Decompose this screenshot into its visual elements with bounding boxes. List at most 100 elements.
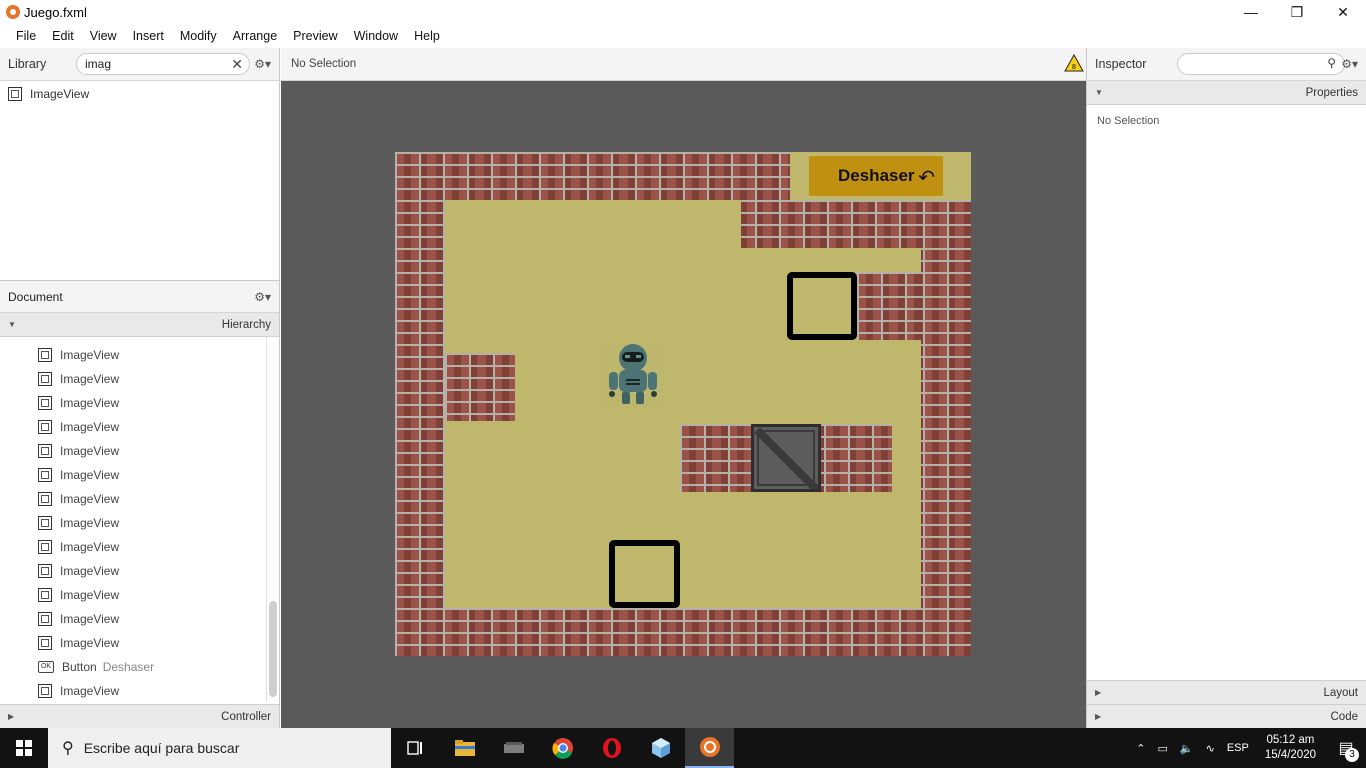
notification-center-icon[interactable]: ▤ 3 <box>1326 728 1366 768</box>
tree-item-type: ImageView <box>60 348 120 362</box>
controller-section[interactable]: ▶ Controller <box>0 704 279 728</box>
controller-label: Controller <box>221 710 271 723</box>
tree-item[interactable]: ImageView <box>0 535 279 559</box>
imageview-icon <box>38 684 52 698</box>
hierarchy-scrollbar[interactable] <box>266 337 277 701</box>
task-view-icon[interactable] <box>391 728 440 768</box>
properties-section[interactable]: ▼ Properties <box>1087 81 1366 105</box>
terminal-icon[interactable] <box>489 728 538 768</box>
tree-item[interactable]: ImageView <box>0 463 279 487</box>
volume-icon[interactable]: 🔈 <box>1174 742 1200 755</box>
menu-file[interactable]: File <box>8 29 44 43</box>
undo-button-label: Deshaser <box>838 166 915 185</box>
library-item-imageview[interactable]: ImageView <box>0 83 279 105</box>
tree-item[interactable]: ImageView <box>0 391 279 415</box>
code-label: Code <box>1330 710 1359 723</box>
taskbar-search-input[interactable]: ⚲ Escribe aquí para buscar <box>48 728 391 768</box>
brick-wall-right-block <box>857 272 921 340</box>
search-icon: ⚲ <box>1327 56 1336 70</box>
goal-target <box>787 272 857 340</box>
layout-section[interactable]: ▶ Layout <box>1087 680 1366 704</box>
undo-arrow-icon: ↶ <box>918 167 935 189</box>
chrome-icon[interactable] <box>538 728 587 768</box>
imageview-icon <box>38 516 52 530</box>
opera-icon[interactable] <box>587 728 636 768</box>
tree-item-type: ImageView <box>60 492 120 506</box>
tree-item[interactable]: ImageView <box>0 367 279 391</box>
tree-item-type: ImageView <box>60 636 120 650</box>
menu-view[interactable]: View <box>82 29 125 43</box>
cube-app-icon[interactable] <box>636 728 685 768</box>
selection-breadcrumb: No Selection <box>291 58 357 70</box>
tree-item[interactable]: ImageView <box>0 679 279 701</box>
menu-edit[interactable]: Edit <box>44 29 82 43</box>
clear-search-icon[interactable]: ✕ <box>231 56 243 73</box>
taskbar-search-placeholder: Escribe aquí para buscar <box>83 740 240 756</box>
menu-help[interactable]: Help <box>406 29 448 43</box>
tree-item[interactable]: ImageView <box>0 607 279 631</box>
tree-item-button[interactable]: OK Button Deshaser <box>0 655 279 679</box>
imageview-icon <box>38 420 52 434</box>
tree-item-type: ImageView <box>60 540 120 554</box>
tree-item-type: ImageView <box>60 588 120 602</box>
document-header: Document ⚙▾ <box>0 280 279 313</box>
tree-item[interactable]: ImageView <box>0 487 279 511</box>
left-panel: Library imag ✕ ⚙▾ ImageView Document ⚙▾ … <box>0 48 280 728</box>
scene-builder-taskbar-icon[interactable] <box>685 728 734 768</box>
tree-item-type: ImageView <box>60 396 120 410</box>
scrollbar-thumb[interactable] <box>269 601 277 697</box>
tree-item-type: Button <box>62 660 97 674</box>
layout-label: Layout <box>1323 686 1358 699</box>
clock-date: 15/4/2020 <box>1264 749 1316 761</box>
expand-triangle-icon: ▶ <box>1095 712 1102 721</box>
imageview-icon <box>8 87 22 101</box>
menu-arrange[interactable]: Arrange <box>225 29 285 43</box>
menu-window[interactable]: Window <box>346 29 406 43</box>
inspector-search-input[interactable]: ⚲ <box>1177 53 1345 75</box>
tree-item[interactable]: ImageView <box>0 559 279 583</box>
tree-item[interactable]: ImageView <box>0 583 279 607</box>
minimize-icon[interactable]: — <box>1228 0 1274 24</box>
imageview-icon <box>38 540 52 554</box>
search-icon: ⚲ <box>62 740 74 757</box>
window-title: Juego.fxml <box>24 4 87 20</box>
wifi-icon[interactable]: ∿ <box>1200 742 1221 755</box>
imageview-icon <box>38 468 52 482</box>
battery-icon[interactable]: ▭ <box>1151 742 1173 755</box>
tree-item[interactable]: ImageView <box>0 439 279 463</box>
hierarchy-tree: ImageView ImageView ImageView ImageView … <box>0 337 279 701</box>
inspector-title: Inspector <box>1095 57 1147 71</box>
menu-modify[interactable]: Modify <box>172 29 225 43</box>
close-icon[interactable]: ✕ <box>1320 0 1366 24</box>
show-hidden-icons-icon[interactable]: ⌃ <box>1130 742 1151 755</box>
library-title: Library <box>8 57 47 71</box>
clock-time: 05:12 am <box>1266 734 1315 746</box>
tree-item-id: Deshaser <box>102 660 155 674</box>
imageview-icon <box>38 636 52 650</box>
restore-icon[interactable]: ❐ <box>1274 0 1320 24</box>
menu-insert[interactable]: Insert <box>125 29 172 43</box>
library-search-input[interactable]: imag ✕ <box>76 53 250 75</box>
warning-icon[interactable]: 8 <box>1064 54 1084 72</box>
game-board[interactable] <box>395 152 971 656</box>
tree-item[interactable]: ImageView <box>0 631 279 655</box>
library-gear-icon[interactable]: ⚙▾ <box>254 57 271 71</box>
undo-button[interactable]: Deshaser ↶ <box>809 156 943 196</box>
title-bar: Juego.fxml — ❐ ✕ <box>0 0 1366 24</box>
windows-start-icon[interactable] <box>0 728 48 768</box>
clock[interactable]: 05:12 am 15/4/2020 <box>1255 733 1326 763</box>
scene-builder-icon <box>6 5 20 19</box>
tree-item[interactable]: ImageView <box>0 343 279 367</box>
menu-preview[interactable]: Preview <box>285 29 345 43</box>
language-indicator[interactable]: ESP <box>1221 742 1255 754</box>
tree-item[interactable]: ImageView <box>0 415 279 439</box>
window-controls: — ❐ ✕ <box>1228 0 1366 24</box>
document-gear-icon[interactable]: ⚙▾ <box>254 290 271 304</box>
menu-bar: File Edit View Insert Modify Arrange Pre… <box>0 24 1366 47</box>
tree-item[interactable]: ImageView <box>0 511 279 535</box>
inspector-header: Inspector ⚲ ⚙▾ <box>1087 48 1366 81</box>
hierarchy-section[interactable]: ▼ Hierarchy <box>0 313 279 337</box>
code-section[interactable]: ▶ Code <box>1087 704 1366 728</box>
inspector-gear-icon[interactable]: ⚙▾ <box>1341 57 1358 71</box>
file-explorer-icon[interactable] <box>440 728 489 768</box>
